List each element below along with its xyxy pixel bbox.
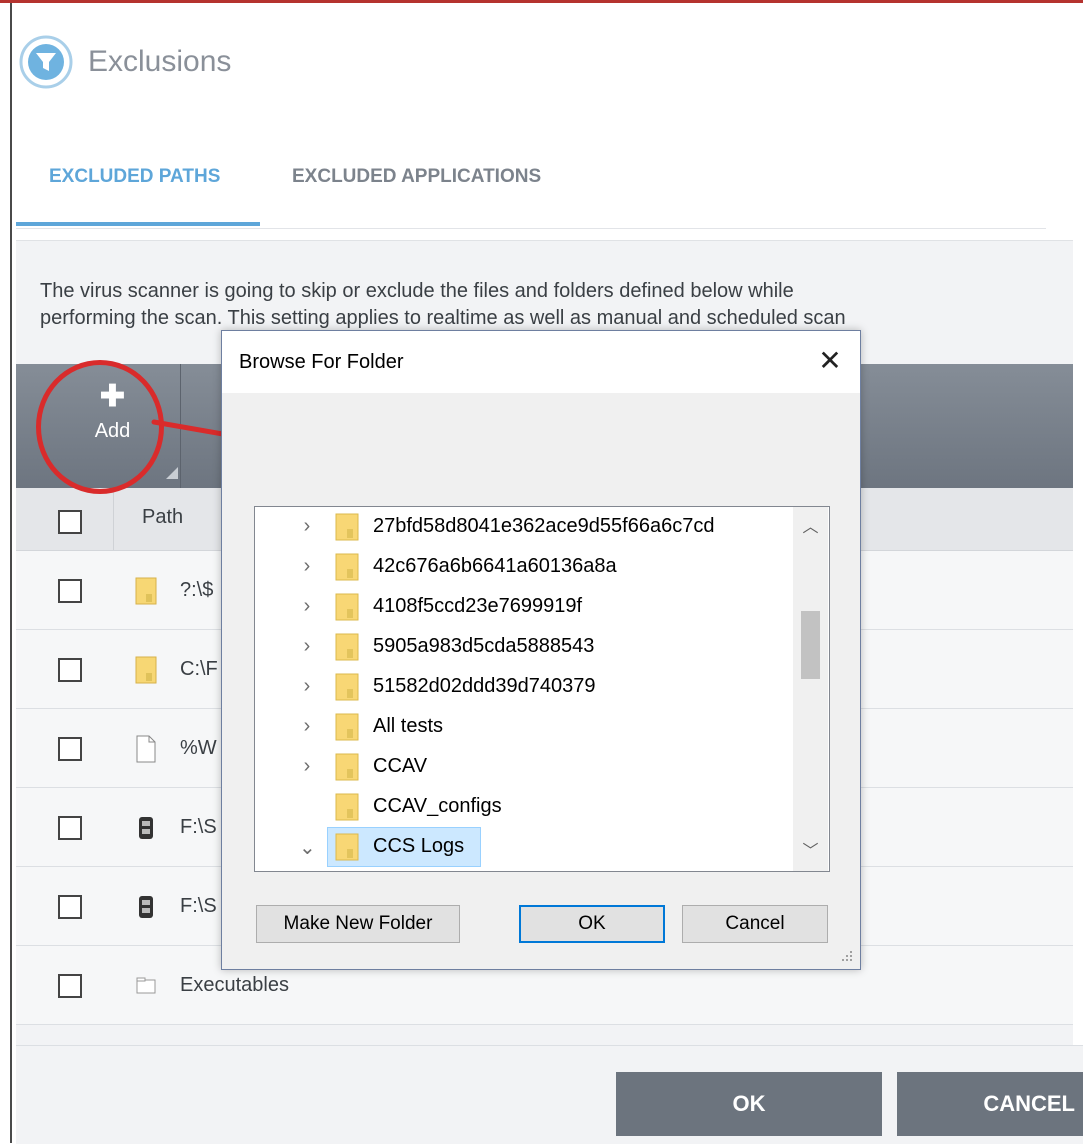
header-divider (113, 488, 114, 550)
tree-item[interactable]: › CCAV (255, 747, 793, 787)
tree-item-label: CCAV_configs (373, 795, 502, 817)
row-checkbox[interactable] (58, 816, 82, 840)
file-icon (136, 735, 156, 763)
tree-item-label: 27bfd58d8041e362ace9d55f66a6c7cd (373, 515, 715, 537)
folder-icon (335, 513, 359, 541)
chevron-right-icon[interactable]: › (299, 595, 315, 618)
make-new-folder-button[interactable]: Make New Folder (256, 905, 460, 943)
tree-item-label: All tests (373, 715, 444, 737)
cancel-button-label: CANCEL (983, 1091, 1075, 1116)
chevron-down-icon[interactable]: ⌄ (299, 835, 316, 860)
dialog-titlebar: Browse For Folder ✕ (222, 331, 860, 393)
row-path: %W (180, 737, 217, 759)
row-checkbox[interactable] (58, 974, 82, 998)
program-icon (139, 817, 153, 839)
folder-icon (335, 833, 359, 861)
row-path: Executables (180, 974, 289, 996)
tree-item-label: CCAV (373, 755, 428, 777)
tree-item[interactable]: › 5905a983d5cda5888543 (255, 627, 793, 667)
tab-excluded-paths[interactable]: EXCLUDED PATHS (49, 166, 220, 188)
chevron-right-icon[interactable]: › (299, 755, 315, 778)
chevron-right-icon[interactable]: › (299, 515, 315, 538)
page-title: Exclusions (88, 45, 232, 78)
tree-item-label: 51582d02ddd39d740379 (373, 675, 596, 697)
folder-icon (135, 577, 157, 605)
row-path: F:\S (180, 895, 217, 917)
resize-grip-icon[interactable] (836, 945, 854, 963)
browse-for-folder-dialog: Browse For Folder ✕ › 27bfd58d8041e362ac… (221, 330, 861, 970)
tab-excluded-applications[interactable]: EXCLUDED APPLICATIONS (292, 166, 541, 188)
folder-tree[interactable]: › 27bfd58d8041e362ace9d55f66a6c7cd › 42c… (254, 506, 830, 872)
tree-item-label: 5905a983d5cda5888543 (373, 635, 595, 657)
folder-icon (135, 656, 157, 684)
chevron-right-icon[interactable]: › (299, 675, 315, 698)
scroll-up-icon[interactable]: ︿ (793, 513, 828, 543)
tree-scrollbar[interactable]: ︿ ﹀ (793, 507, 828, 871)
dialog-cancel-button[interactable]: Cancel (682, 905, 828, 943)
row-checkbox[interactable] (58, 658, 82, 682)
description-line-2: performing the scan. This setting applie… (40, 307, 846, 329)
tree-item[interactable]: › All tests (255, 707, 793, 747)
annotation-circle (36, 360, 164, 494)
description-text: The virus scanner is going to skip or ex… (40, 278, 1080, 332)
folder-icon (335, 713, 359, 741)
group-icon (136, 977, 156, 994)
tree-item[interactable]: › 27bfd58d8041e362ace9d55f66a6c7cd (255, 507, 793, 547)
tree-item[interactable]: › 42c676a6b6641a60136a8a (255, 547, 793, 587)
row-checkbox[interactable] (58, 579, 82, 603)
program-icon (139, 896, 153, 918)
chevron-right-icon[interactable]: › (299, 555, 315, 578)
scroll-down-icon[interactable]: ﹀ (793, 837, 828, 867)
close-icon[interactable]: ✕ (810, 341, 850, 381)
chevron-right-icon[interactable]: › (299, 635, 315, 658)
filter-shield-icon (19, 35, 73, 89)
tree-item-label: 4108f5ccd23e7699919f (373, 595, 583, 617)
row-checkbox[interactable] (58, 737, 82, 761)
folder-icon (335, 753, 359, 781)
dialog-title: Browse For Folder (239, 351, 404, 373)
column-path[interactable]: Path (142, 506, 183, 529)
ok-button[interactable]: OK (616, 1072, 882, 1136)
row-path: F:\S (180, 816, 217, 838)
active-tab-indicator (16, 222, 260, 226)
folder-icon (335, 553, 359, 581)
row-path: C:\F (180, 658, 218, 680)
tree-item[interactable]: › 51582d02ddd39d740379 (255, 667, 793, 707)
description-line-1: The virus scanner is going to skip or ex… (40, 280, 794, 302)
select-all-checkbox[interactable] (58, 510, 82, 534)
page-header: Exclusions (18, 22, 231, 102)
folder-icon (335, 633, 359, 661)
tree-item-selected[interactable]: ⌄ CCS Logs (255, 827, 793, 867)
folder-icon (335, 673, 359, 701)
row-path: ?:\$ (180, 579, 214, 601)
scroll-thumb[interactable] (801, 611, 820, 679)
folder-icon (335, 793, 359, 821)
cancel-button[interactable]: CANCEL (897, 1072, 1083, 1136)
dialog-ok-button[interactable]: OK (519, 905, 665, 943)
tree-item[interactable]: CCAV_configs (255, 787, 793, 827)
folder-icon (335, 593, 359, 621)
tab-bar: EXCLUDED PATHS EXCLUDED APPLICATIONS (16, 158, 1046, 229)
tree-item-label: CCS Logs (373, 835, 465, 857)
chevron-right-icon[interactable]: › (299, 715, 315, 738)
tree-item-label: 42c676a6b6641a60136a8a (373, 555, 617, 577)
row-checkbox[interactable] (58, 895, 82, 919)
tree-item[interactable]: › 4108f5ccd23e7699919f (255, 587, 793, 627)
